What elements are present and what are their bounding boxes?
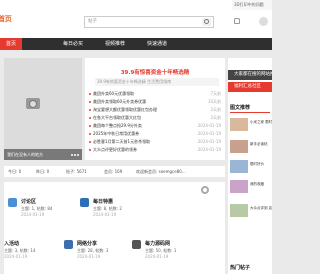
user-icon	[80, 198, 89, 207]
thumbnail[interactable]	[230, 204, 248, 217]
thumb-caption[interactable]: 大众点评到 店优惠	[250, 206, 272, 211]
list-item[interactable]: 淘宝要想大额优惠领取优惠红包办理 2天前	[89, 106, 221, 114]
main-nav: 首页 每日必买 视频推荐 快速通道	[0, 38, 272, 50]
search-placeholder: 帖子	[88, 19, 97, 24]
camera-icon	[26, 98, 40, 109]
list-item[interactable]: 美团外卖领取60元外卖券优惠 10天前	[89, 98, 221, 106]
search-icon[interactable]	[202, 18, 211, 26]
list-item[interactable]: 美团每个整点抢29.9分外卖 2024-01-19	[89, 122, 221, 130]
section-activity[interactable]: 入活动 主题: 3, 帖数: 14 2024-01-19	[4, 238, 62, 260]
stat-members: 会员: 169	[104, 169, 123, 174]
slider-dots[interactable]	[71, 154, 79, 156]
top-notice[interactable]: 3D打印中的问题	[232, 0, 272, 10]
sidebar-heading-recommend: 图文推荐	[230, 105, 251, 111]
sidebar-button-welfare[interactable]: 福利汇总社区	[228, 82, 272, 92]
stat-today: 今日: 0	[8, 169, 22, 174]
divider	[230, 112, 270, 113]
thumb-caption[interactable]: 新手必读帖	[250, 142, 272, 147]
gear-icon[interactable]	[201, 186, 209, 194]
list-item[interactable]: 在各大平台领取优惠大红包 2天前	[89, 114, 221, 122]
thumbnail[interactable]	[230, 160, 248, 173]
section-source-code[interactable]: 每力源码网 主题: 50, 帖数: 1 2024-01-19	[132, 238, 192, 260]
sidebar-button-search[interactable]: 大家都在搜的网站推荐	[228, 70, 272, 80]
code-icon	[132, 240, 141, 249]
hot-title[interactable]: 39.9有惊喜资金十年畅选精	[85, 68, 225, 76]
thumbnail[interactable]	[230, 180, 248, 193]
nav-item-video[interactable]: 视频推荐	[98, 38, 132, 50]
thumb-caption[interactable]: 小米之家 限时折扣	[250, 120, 272, 125]
nav-item-home[interactable]: 首页	[0, 38, 22, 50]
list-item[interactable]: 必胜客1月第二天前1元秒杀领取 2024-01-19	[89, 138, 221, 146]
sidebar: 大家都在搜的网站推荐 福利汇总社区 图文推荐 小米之家 限时折扣 新手必读帖 限…	[228, 58, 272, 274]
section-daily-deals[interactable]: 每日特惠 主题: 8, 帖数: 2 2024-01-19	[80, 196, 140, 218]
search-input[interactable]: 帖子	[84, 16, 214, 28]
forum-stats: 今日: 0 昨日: 0 帖子: 5671 会员: 169 欢迎新会员: seem…	[4, 166, 225, 177]
hot-topics-panel: 39.9有惊喜资金十年畅选精 39.9有惊喜资金十年畅选精 生活费用指南 美团外…	[85, 58, 225, 160]
thumbnail[interactable]	[230, 140, 248, 153]
thumbnail[interactable]	[230, 118, 248, 131]
section-network-share[interactable]: 网络分享 主题: 28, 帖数: 3 2024-01-19	[64, 238, 124, 260]
hot-subtitle[interactable]: 39.9有惊喜资金十年畅选精 生活费用指南	[95, 78, 219, 86]
list-item[interactable]: 2025年中秋日常用优惠券 2024-01-19	[89, 130, 221, 138]
sidebar-heading-hot: 热门帖子	[230, 265, 251, 271]
nav-item-quick[interactable]: 快速通道	[140, 38, 174, 50]
list-item[interactable]: 大众点评更好优惠的领券 2024-01-19	[89, 146, 221, 154]
grid-icon	[64, 240, 73, 249]
thumb-caption[interactable]: 我的收藏	[250, 182, 272, 187]
stat-newest[interactable]: 欢迎新会员: seemgce80...	[136, 166, 186, 177]
top-header: 首页 帖子 3D打印中的问题	[0, 0, 272, 38]
hero-slider[interactable]: 我们在没有人的地方	[4, 58, 82, 160]
section-discussion[interactable]: 讨论区 主题: 1, 帖数: 84 2024-01-19	[8, 196, 68, 218]
chat-icon	[8, 198, 17, 207]
avatar[interactable]	[259, 17, 268, 26]
site-logo[interactable]: 首页	[0, 14, 12, 24]
thumb-caption[interactable]: 限时好价	[250, 162, 272, 167]
bell-icon[interactable]	[234, 18, 240, 24]
forum-sections: 讨论区 主题: 1, 帖数: 84 2024-01-19 每日特惠 主题: 8,…	[4, 182, 225, 274]
stat-posts: 帖子: 5671	[66, 169, 87, 174]
list-item[interactable]: 美团外卖60元优惠领取 7天前	[89, 90, 221, 98]
nav-item-daily[interactable]: 每日必买	[56, 38, 90, 50]
stat-yesterday: 昨日: 0	[36, 169, 50, 174]
